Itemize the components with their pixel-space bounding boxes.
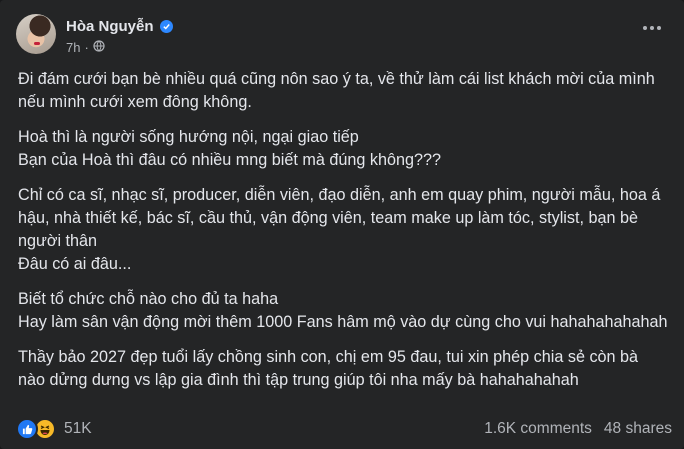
author-name[interactable]: Hòa Nguyễn [66, 18, 154, 35]
post-paragraph-2: Hoà thì là người sống hướng nội, ngại gi… [18, 128, 441, 169]
shares-count[interactable]: 48 shares [604, 420, 672, 438]
post-footer: 51K 1.6K comments 48 shares [16, 416, 672, 442]
post-paragraph-1: Đi đám cưới bạn bè nhiều quá cũng nôn sa… [18, 70, 655, 111]
comments-count[interactable]: 1.6K comments [484, 420, 592, 438]
post-time[interactable]: 7h [66, 40, 80, 55]
post-card: Hòa Nguyễn 7h · Đi đám cưới bạn bè nhiều… [0, 0, 684, 449]
more-options-icon[interactable] [636, 12, 668, 44]
post-body: Đi đám cưới bạn bè nhiều quá cũng nôn sa… [18, 68, 668, 404]
reaction-count: 51K [64, 420, 92, 437]
engagement-stats: 1.6K comments 48 shares [484, 420, 672, 438]
post-paragraph-5: Thầy bảo 2027 đẹp tuổi lấy chồng sinh co… [18, 348, 639, 389]
author-line: Hòa Nguyễn [66, 18, 173, 35]
post-paragraph-3: Chỉ có ca sĩ, nhạc sĩ, producer, diễn vi… [18, 186, 661, 273]
like-reaction-icon [16, 418, 38, 440]
avatar[interactable] [16, 14, 56, 54]
post-header: Hòa Nguyễn 7h · [16, 12, 668, 60]
verified-badge-icon [159, 20, 173, 33]
reactions-summary[interactable]: 51K [16, 418, 92, 440]
post-paragraph-4: Biết tổ chức chỗ nào cho đủ ta haha Hay … [18, 290, 668, 331]
avatar-detail [34, 42, 40, 45]
globe-icon[interactable] [93, 40, 105, 55]
meta-separator: · [84, 40, 89, 55]
post-meta: 7h · [66, 40, 105, 55]
